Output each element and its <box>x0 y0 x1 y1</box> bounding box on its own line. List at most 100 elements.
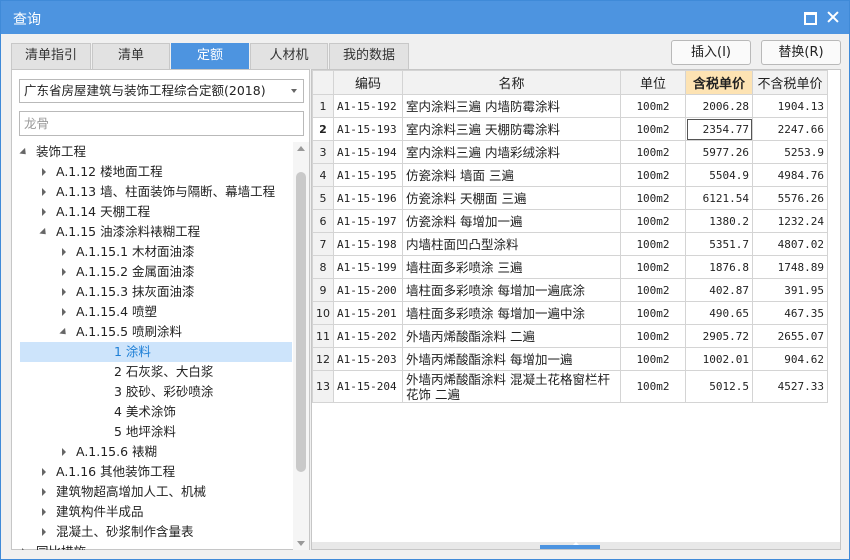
tax-price-cell[interactable]: 5351.7 <box>685 232 753 256</box>
unit-cell[interactable]: 100m2 <box>620 94 686 118</box>
tree-item[interactable]: 4 美术涂饰 <box>20 402 292 422</box>
row-index[interactable]: 5 <box>312 186 334 210</box>
tab-my-data[interactable]: 我的数据 <box>329 43 409 69</box>
table-row[interactable]: 5 A1-15-196 仿瓷涂料 天棚面 三遍 100m2 6121.54 5576.26 <box>312 186 828 210</box>
notax-price-cell[interactable]: 2247.66 <box>752 117 828 141</box>
expand-open-icon[interactable] <box>18 142 30 162</box>
unit-cell[interactable]: 100m2 <box>620 278 686 302</box>
name-cell[interactable]: 仿瓷涂料 天棚面 三遍 <box>402 186 621 210</box>
notax-price-cell[interactable]: 4527.33 <box>752 370 828 403</box>
column-header-index[interactable] <box>312 70 334 95</box>
notax-price-cell[interactable]: 391.95 <box>752 278 828 302</box>
table-row[interactable]: 12 A1-15-203 外墙丙烯酸酯涂料 每增加一遍 100m2 1002.01 904… <box>312 347 828 371</box>
expand-closed-icon[interactable] <box>38 482 50 502</box>
table-row[interactable]: 1 A1-15-192 室内涂料三遍 内墙防霉涂料 100m2 2006.28 1904.… <box>312 94 828 118</box>
table-row[interactable]: 3 A1-15-194 室内涂料三遍 内墙彩绒涂料 100m2 5977.26 5253.… <box>312 140 828 164</box>
name-cell[interactable]: 墙柱面多彩喷涂 每增加一遍中涂 <box>402 301 621 325</box>
tax-price-cell[interactable]: 1380.2 <box>685 209 753 233</box>
search-input[interactable] <box>19 111 304 136</box>
library-select[interactable]: 广东省房屋建筑与装饰工程综合定额(2018) <box>19 79 304 103</box>
notax-price-cell[interactable]: 4984.76 <box>752 163 828 187</box>
expand-open-icon[interactable] <box>38 222 50 242</box>
name-cell[interactable]: 墙柱面多彩喷涂 每增加一遍底涂 <box>402 278 621 302</box>
tree-item[interactable]: A.1.15.2 金属面油漆 <box>20 262 292 282</box>
unit-cell[interactable]: 100m2 <box>620 140 686 164</box>
insert-button[interactable]: 插入(I) <box>671 40 751 65</box>
row-index[interactable]: 1 <box>312 94 334 118</box>
tree-item[interactable]: A.1.16 其他装饰工程 <box>20 462 292 482</box>
tree-item[interactable]: A.1.14 天棚工程 <box>20 202 292 222</box>
table-row[interactable]: 7 A1-15-198 内墙柱面凹凸型涂料 100m2 5351.7 4807.02 <box>312 232 828 256</box>
code-cell[interactable]: A1-15-201 <box>333 301 403 325</box>
tax-price-cell[interactable]: 2006.28 <box>685 94 753 118</box>
tree-item[interactable]: A.1.15.3 抹灰面油漆 <box>20 282 292 302</box>
table-row[interactable]: 8 A1-15-199 墙柱面多彩喷涂 三遍 100m2 1876.8 1748.89 <box>312 255 828 279</box>
code-cell[interactable]: A1-15-204 <box>333 370 403 403</box>
column-header-tax-price[interactable]: 含税单价 <box>685 70 753 95</box>
unit-cell[interactable]: 100m2 <box>620 347 686 371</box>
scroll-up-icon[interactable] <box>297 146 305 151</box>
tax-price-cell[interactable]: 402.87 <box>685 278 753 302</box>
expand-open-icon[interactable] <box>58 322 70 342</box>
expand-closed-icon[interactable] <box>38 522 50 542</box>
unit-cell[interactable]: 100m2 <box>620 370 686 403</box>
name-cell[interactable]: 室内涂料三遍 内墙防霉涂料 <box>402 94 621 118</box>
name-cell[interactable]: 室内涂料三遍 内墙彩绒涂料 <box>402 140 621 164</box>
table-horizontal-scrollbar[interactable] <box>312 542 840 549</box>
code-cell[interactable]: A1-15-197 <box>333 209 403 233</box>
unit-cell[interactable]: 100m2 <box>620 232 686 256</box>
expand-closed-icon[interactable] <box>38 202 50 222</box>
row-index[interactable]: 11 <box>312 324 334 348</box>
name-cell[interactable]: 内墙柱面凹凸型涂料 <box>402 232 621 256</box>
unit-cell[interactable]: 100m2 <box>620 163 686 187</box>
tree-item[interactable]: A.1.15 油漆涂料裱糊工程 <box>20 222 292 242</box>
notax-price-cell[interactable]: 1748.89 <box>752 255 828 279</box>
table-row[interactable]: 11 A1-15-202 外墙丙烯酸酯涂料 二遍 100m2 2905.72 2655.0… <box>312 324 828 348</box>
name-cell[interactable]: 仿瓷涂料 每增加一遍 <box>402 209 621 233</box>
tax-price-cell[interactable]: 1002.01 <box>685 347 753 371</box>
title-bar[interactable]: 查询 <box>1 1 849 34</box>
unit-cell[interactable]: 100m2 <box>620 255 686 279</box>
column-header-notax-price[interactable]: 不含税单价 <box>752 70 828 95</box>
expand-closed-icon[interactable] <box>38 502 50 522</box>
table-row[interactable]: 2 A1-15-193 室内涂料三遍 天棚防霉涂料 100m2 2354.77 2247.… <box>312 117 828 141</box>
expand-closed-icon[interactable] <box>58 442 70 462</box>
notax-price-cell[interactable]: 467.35 <box>752 301 828 325</box>
tree-item[interactable]: 建筑构件半成品 <box>20 502 292 522</box>
tree-item[interactable]: 5 地坪涂料 <box>20 422 292 442</box>
scroll-down-icon[interactable] <box>297 541 305 546</box>
code-cell[interactable]: A1-15-196 <box>333 186 403 210</box>
tree-item[interactable]: 建筑物超高增加人工、机械 <box>20 482 292 502</box>
code-cell[interactable]: A1-15-199 <box>333 255 403 279</box>
code-cell[interactable]: A1-15-192 <box>333 94 403 118</box>
tab-list-guide[interactable]: 清单指引 <box>11 43 91 69</box>
expand-closed-icon[interactable] <box>58 302 70 322</box>
tree-item[interactable]: A.1.13 墙、柱面装饰与隔断、幕墙工程 <box>20 182 292 202</box>
row-index[interactable]: 3 <box>312 140 334 164</box>
name-cell[interactable]: 外墙丙烯酸酯涂料 每增加一遍 <box>402 347 621 371</box>
tree-item[interactable]: 装饰工程 <box>20 142 292 162</box>
notax-price-cell[interactable]: 5253.9 <box>752 140 828 164</box>
tab-list[interactable]: 清单 <box>92 43 170 69</box>
tax-price-cell[interactable]: 5012.5 <box>685 370 753 403</box>
code-cell[interactable]: A1-15-200 <box>333 278 403 302</box>
expand-closed-icon[interactable] <box>38 162 50 182</box>
tree-item[interactable]: A.1.15.1 木材面油漆 <box>20 242 292 262</box>
replace-button[interactable]: 替换(R) <box>761 40 841 65</box>
table-row[interactable]: 10 A1-15-201 墙柱面多彩喷涂 每增加一遍中涂 100m2 490.65 467… <box>312 301 828 325</box>
notax-price-cell[interactable]: 4807.02 <box>752 232 828 256</box>
expand-closed-icon[interactable] <box>58 242 70 262</box>
unit-cell[interactable]: 100m2 <box>620 117 686 141</box>
row-index[interactable]: 10 <box>312 301 334 325</box>
row-index[interactable]: 7 <box>312 232 334 256</box>
notax-price-cell[interactable]: 2655.07 <box>752 324 828 348</box>
name-cell[interactable]: 墙柱面多彩喷涂 三遍 <box>402 255 621 279</box>
unit-cell[interactable]: 100m2 <box>620 301 686 325</box>
tab-labor-material-machine[interactable]: 人材机 <box>250 43 328 69</box>
row-index[interactable]: 9 <box>312 278 334 302</box>
expand-closed-icon[interactable] <box>58 262 70 282</box>
scrollbar-thumb[interactable] <box>296 172 306 472</box>
tax-price-cell[interactable]: 1876.8 <box>685 255 753 279</box>
tax-price-cell[interactable]: 5504.9 <box>685 163 753 187</box>
expand-closed-icon[interactable] <box>58 282 70 302</box>
